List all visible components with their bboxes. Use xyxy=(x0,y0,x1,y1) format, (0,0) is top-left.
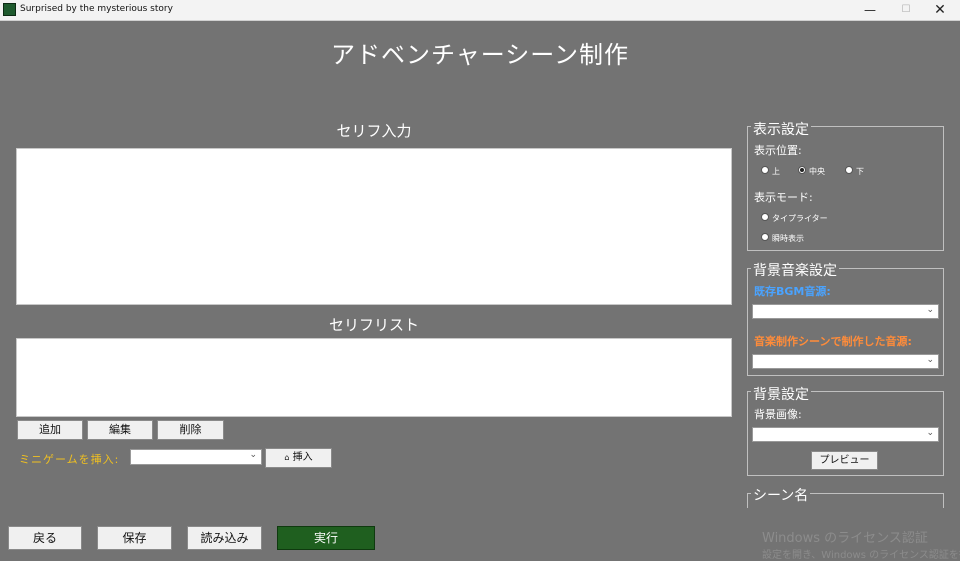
page-title: アドベンチャーシーン制作 xyxy=(330,41,630,69)
activation-watermark-title: Windows のライセンス認証 xyxy=(762,531,928,546)
window-title: Surprised by the mysterious story xyxy=(20,4,173,14)
back-button[interactable]: 戻る xyxy=(8,526,82,550)
window-titlebar: Surprised by the mysterious story — ☐ ✕ xyxy=(0,0,960,21)
bgm-settings-title: 背景音楽設定 xyxy=(751,260,839,280)
insert-icon: ⌂ xyxy=(284,453,290,462)
dialogue-input-heading: セリフ入力 xyxy=(336,122,412,140)
load-button[interactable]: 読み込み xyxy=(187,526,262,550)
mode-radio-instant-label: 瞬時表示 xyxy=(772,234,804,243)
chevron-down-icon: ⌄ xyxy=(249,450,257,460)
chevron-down-icon: ⌄ xyxy=(926,428,934,438)
edit-button[interactable]: 編集 xyxy=(87,420,153,440)
add-button[interactable]: 追加 xyxy=(17,420,83,440)
mode-radio-typewriter-label: タイプライター xyxy=(772,214,828,223)
chevron-down-icon: ⌄ xyxy=(926,305,934,315)
insert-button-label: 挿入 xyxy=(292,452,313,463)
chevron-down-icon: ⌄ xyxy=(926,355,934,365)
mode-radio-instant[interactable] xyxy=(761,233,769,241)
dialogue-list-heading: セリフリスト xyxy=(328,316,419,334)
close-button[interactable]: ✕ xyxy=(922,0,958,20)
created-bgm-select[interactable]: ⌄ xyxy=(752,354,939,369)
mode-radio-typewriter[interactable] xyxy=(761,213,769,221)
maximize-button[interactable]: ☐ xyxy=(888,0,924,20)
position-radio-top-label: 上 xyxy=(772,167,780,176)
minigame-label: ミニゲームを挿入: xyxy=(19,453,120,466)
position-radio-center[interactable] xyxy=(798,166,806,174)
created-bgm-label: 音楽制作シーンで制作した音源: xyxy=(754,335,912,348)
run-button[interactable]: 実行 xyxy=(277,526,375,550)
display-position-label: 表示位置: xyxy=(754,144,802,157)
position-radio-center-label: 中央 xyxy=(809,167,825,176)
display-settings-title: 表示設定 xyxy=(751,119,811,139)
background-settings-title: 背景設定 xyxy=(751,384,811,404)
preview-button[interactable]: プレビュー xyxy=(811,451,878,470)
insert-button[interactable]: ⌂ 挿入 xyxy=(265,448,332,468)
scene-name-title: シーン名 xyxy=(751,485,811,505)
display-mode-label: 表示モード: xyxy=(754,191,813,204)
background-image-label: 背景画像: xyxy=(754,408,802,421)
position-radio-top[interactable] xyxy=(761,166,769,174)
background-image-select[interactable]: ⌄ xyxy=(752,427,939,442)
position-radio-bottom[interactable] xyxy=(845,166,853,174)
existing-bgm-select[interactable]: ⌄ xyxy=(752,304,939,319)
minimize-button[interactable]: — xyxy=(852,0,888,20)
delete-button[interactable]: 削除 xyxy=(157,420,224,440)
app-icon xyxy=(3,3,16,16)
dialogue-list-box[interactable] xyxy=(16,338,732,417)
dialogue-input-textarea[interactable] xyxy=(16,148,732,305)
existing-bgm-label: 既存BGM音源: xyxy=(754,285,831,298)
minigame-select[interactable]: ⌄ xyxy=(130,449,262,465)
position-radio-bottom-label: 下 xyxy=(856,167,864,176)
save-button[interactable]: 保存 xyxy=(97,526,172,550)
